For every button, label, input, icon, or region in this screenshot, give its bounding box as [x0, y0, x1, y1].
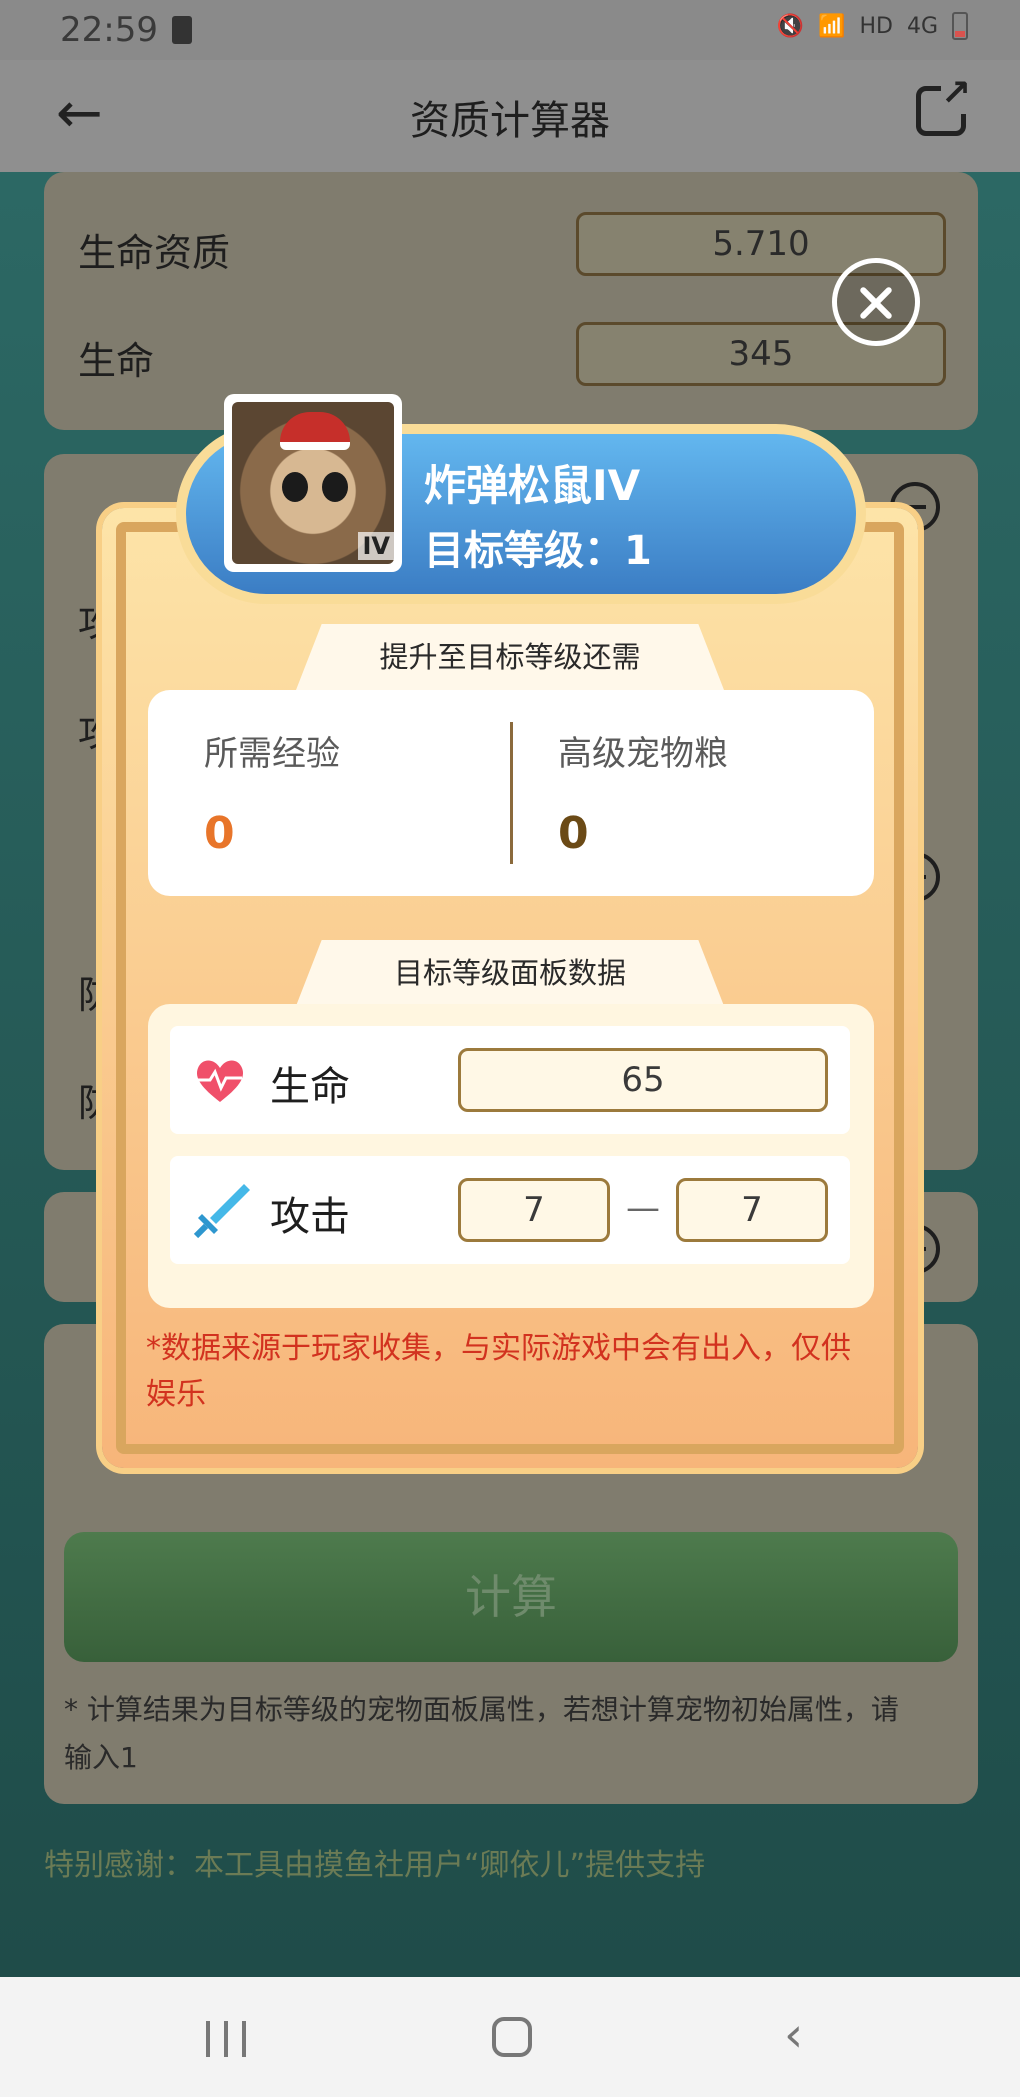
required-tab: 提升至目标等级还需: [296, 624, 724, 690]
attack-max-value: 7: [676, 1178, 828, 1242]
home-icon[interactable]: [492, 2017, 532, 2057]
hp-label: 生命: [270, 1064, 350, 1110]
battery-icon: [952, 12, 968, 40]
battery-alert-icon: [172, 16, 192, 44]
pet-grade-badge: IV: [358, 532, 394, 560]
exp-label: 所需经验: [204, 734, 340, 774]
target-level: 目标等级：1: [424, 528, 652, 574]
signal-label: 4G: [906, 13, 938, 39]
exp-value: 0: [204, 808, 235, 859]
wifi-icon: 📶: [818, 13, 846, 39]
pet-name: 炸弹松鼠IV: [424, 461, 641, 510]
share-icon[interactable]: [916, 73, 971, 136]
heart-icon: [196, 1060, 244, 1102]
disclaimer-text: *数据来源于玩家收集，与实际游戏中会有出入，仅供娱乐: [146, 1331, 851, 1412]
app-header: ← 资质计算器: [0, 60, 1020, 172]
panel-data-tab: 目标等级面板数据: [296, 940, 724, 1006]
recent-apps-icon[interactable]: [206, 2021, 246, 2057]
thanks-text: 特别感谢：本工具由摸鱼社用户“卿依儿”提供支持: [44, 1848, 706, 1883]
mute-icon: 🔇: [776, 13, 805, 39]
pet-avatar: IV: [224, 394, 402, 572]
food-label: 高级宠物粮: [558, 734, 728, 774]
system-nav-bar: ‹: [0, 1977, 1020, 2097]
life-label: 生命: [78, 339, 155, 383]
page-title: 资质计算器: [410, 98, 610, 144]
nav-back-icon[interactable]: ‹: [784, 2007, 803, 2063]
status-icons: 🔇 📶 HD 4G: [777, 12, 968, 40]
life-aptitude-label: 生命资质: [78, 231, 231, 275]
status-time: 22:59: [60, 10, 158, 50]
status-bar: 22:59 🔇 📶 HD 4G: [0, 0, 1020, 60]
range-dash: —: [626, 1188, 660, 1228]
close-modal-button[interactable]: [832, 258, 920, 346]
calculate-button[interactable]: 计算: [64, 1532, 958, 1662]
required-panel: 所需经验 0 高级宠物粮 0: [148, 690, 874, 896]
attack-row: 攻击 7 — 7: [170, 1156, 850, 1264]
calc-note: * 计算结果为目标等级的宠物面板属性，若想计算宠物初始属性，请输入1: [64, 1693, 899, 1774]
attack-min-value: 7: [458, 1178, 610, 1242]
attack-label: 攻击: [270, 1194, 350, 1240]
food-value: 0: [558, 808, 589, 859]
network-label: HD: [859, 13, 893, 39]
hp-row: 生命 65: [170, 1026, 850, 1134]
sword-icon: [193, 1184, 250, 1239]
hp-value: 65: [458, 1048, 828, 1112]
